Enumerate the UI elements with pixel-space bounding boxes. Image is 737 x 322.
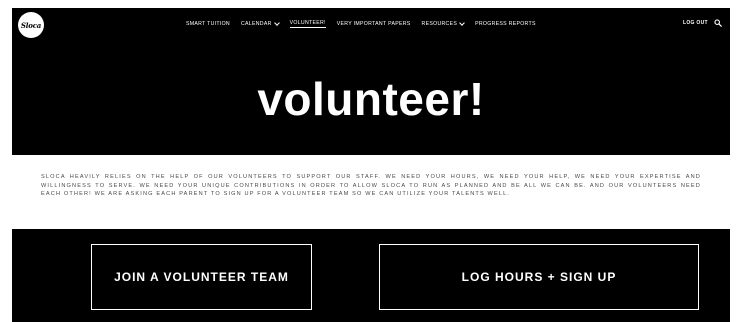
logout-link[interactable]: LOG OUT xyxy=(683,20,708,26)
nav-item-very-important-papers[interactable]: VERY IMPORTANT PAPERS xyxy=(337,21,411,27)
nav-item-progress-reports[interactable]: PROGRESS REPORTS xyxy=(475,21,536,27)
nav-item-label: VERY IMPORTANT PAPERS xyxy=(336,21,411,27)
nav-item-label: RESOURCES xyxy=(421,21,458,27)
nav-item-label: SMART TUITION xyxy=(186,21,230,27)
hero-section: Sloca SMART TUITION CALENDAR VOLUNTEER! … xyxy=(12,8,730,155)
chevron-down-icon xyxy=(459,20,465,26)
intro-paragraph: SLOCA HEAVILY RELIES ON THE HELP OF OUR … xyxy=(41,174,701,197)
logo[interactable]: Sloca xyxy=(18,12,44,38)
nav-item-resources[interactable]: RESOURCES xyxy=(421,20,465,27)
main-nav: SMART TUITION CALENDAR VOLUNTEER! VERY I… xyxy=(186,19,547,29)
nav-item-calendar[interactable]: CALENDAR xyxy=(240,20,280,27)
chevron-down-icon xyxy=(273,20,280,26)
nav-item-smart-tuition[interactable]: SMART TUITION xyxy=(186,21,230,27)
nav-item-label: VOLUNTEER! xyxy=(289,20,326,26)
nav-item-label: PROGRESS REPORTS xyxy=(475,21,536,27)
nav-item-volunteer[interactable]: VOLUNTEER! xyxy=(289,20,326,28)
log-hours-sign-up-button[interactable]: LOG HOURS + SIGN UP xyxy=(379,244,699,310)
logo-text: Sloca xyxy=(20,20,42,30)
join-volunteer-team-button[interactable]: JOIN A VOLUNTEER TEAM xyxy=(91,244,312,310)
nav-item-label: CALENDAR xyxy=(240,21,272,27)
search-icon[interactable] xyxy=(714,19,722,27)
page-title: volunteer! xyxy=(257,73,485,125)
cta-section: JOIN A VOLUNTEER TEAM LOG HOURS + SIGN U… xyxy=(12,229,730,322)
